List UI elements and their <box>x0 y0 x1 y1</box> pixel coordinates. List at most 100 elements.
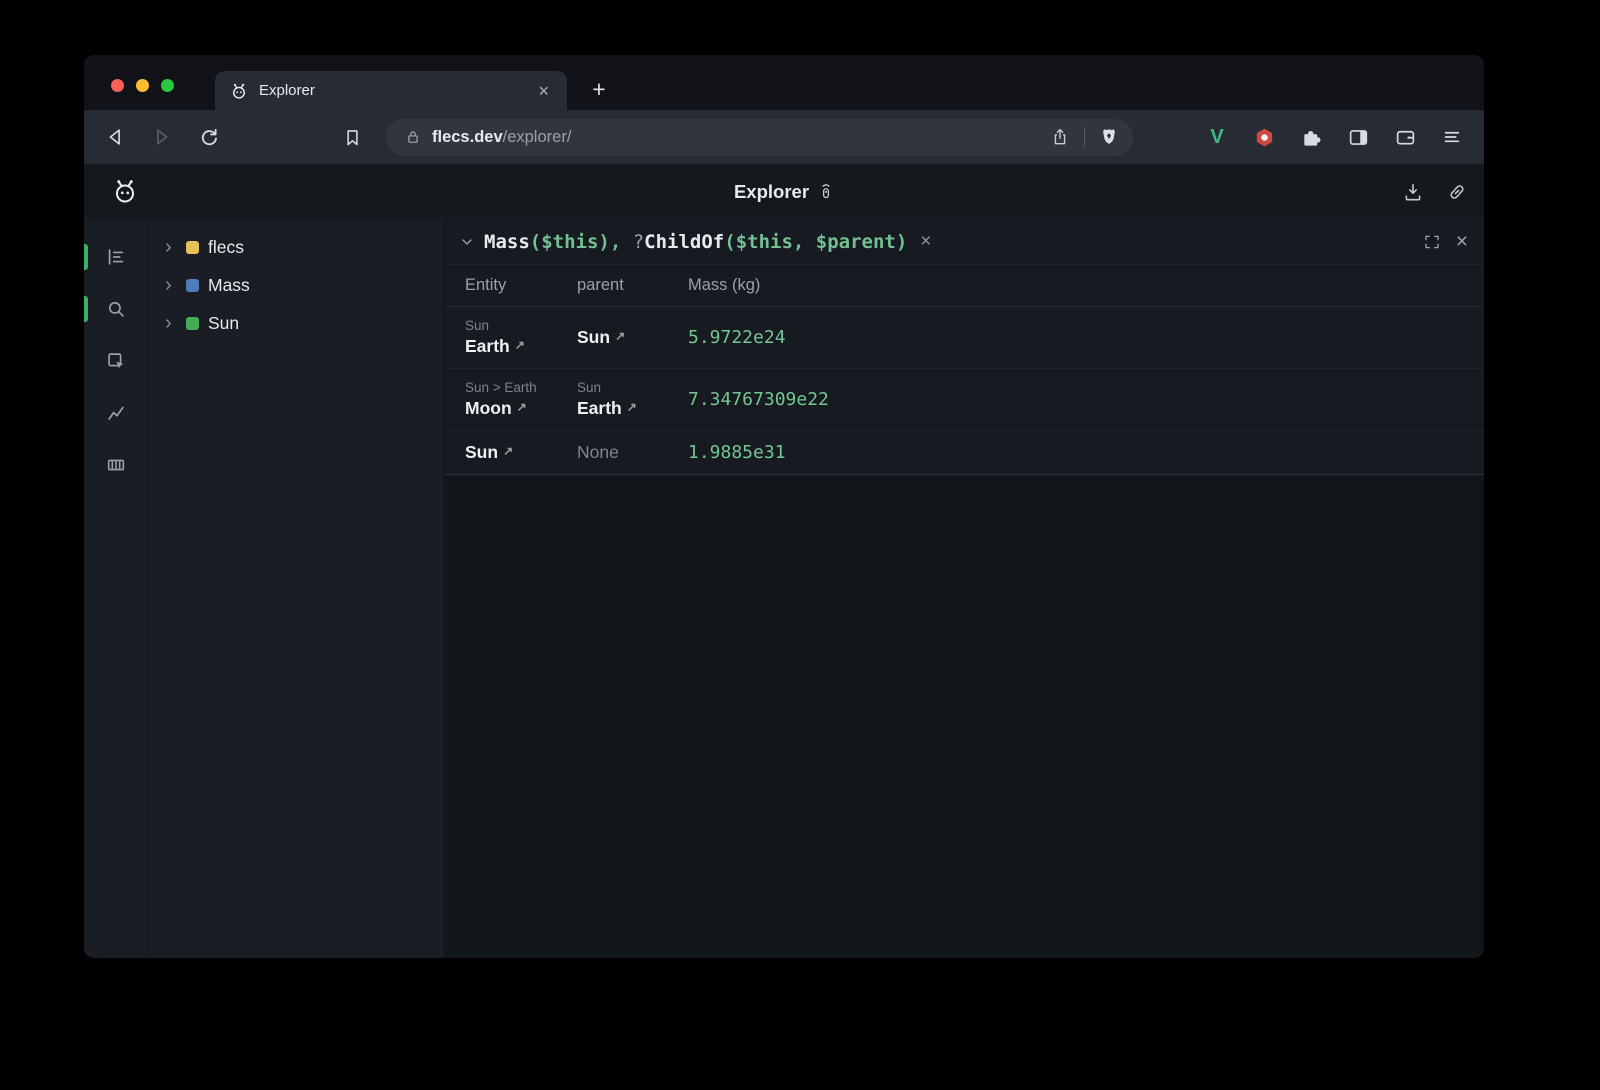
lock-icon <box>404 128 422 146</box>
query-clear-button[interactable]: × <box>920 231 931 253</box>
back-button[interactable] <box>98 120 132 154</box>
app-body: › flecs › Mass › Sun Mass($this) <box>84 219 1484 958</box>
window-minimize-button[interactable] <box>136 79 149 92</box>
column-mass: Mass (kg) <box>688 276 1484 295</box>
panel-rail <box>84 219 148 958</box>
desktop-background: Explorer × + <box>0 0 1600 1090</box>
flecs-explorer-app: Explorer <box>84 164 1484 958</box>
query-results: Sun Earth↗ Sun↗ 5.9722e24 Sun > Earth Mo… <box>445 307 1484 475</box>
entity-name: Earth <box>465 336 510 356</box>
column-entity: Entity <box>445 276 577 295</box>
tree-item[interactable]: › flecs <box>148 228 444 266</box>
query-segment: ? <box>633 231 644 253</box>
entity-path: Sun <box>577 380 688 395</box>
link-arrow-icon: ↗ <box>515 338 525 352</box>
app-title-text: Explorer <box>734 181 809 203</box>
memory-panel-button[interactable] <box>94 443 138 487</box>
inspector-panel-button[interactable] <box>94 339 138 383</box>
chevron-down-icon[interactable] <box>459 234 475 250</box>
vue-v-glyph: V <box>1210 127 1223 147</box>
toolbar-divider <box>1084 127 1085 147</box>
result-row: Sun > Earth Moon↗ Sun Earth↗ 7.34767309e… <box>445 369 1484 431</box>
parent-cell: Sun Earth↗ <box>577 380 688 419</box>
download-icon[interactable] <box>1402 181 1424 203</box>
window-close-button[interactable] <box>111 79 124 92</box>
url-text[interactable]: flecs.dev/explorer/ <box>432 128 1040 147</box>
entity-cell: Sun ↗ <box>445 442 577 463</box>
menu-icon[interactable] <box>1440 125 1464 149</box>
flecs-logo-icon <box>110 176 140 206</box>
app-header: Explorer <box>84 164 1484 219</box>
browser-window: Explorer × + <box>84 55 1484 958</box>
entity-color-chip <box>186 241 199 254</box>
mass-value: 5.9722e24 <box>688 327 1484 348</box>
extension-area: V <box>1205 125 1464 149</box>
address-bar[interactable]: flecs.dev/explorer/ <box>386 119 1133 156</box>
entity-path: Sun > Earth <box>465 380 577 395</box>
reload-button[interactable] <box>192 120 226 154</box>
query-segment: ($this), <box>530 231 633 253</box>
entity-link: None <box>577 442 688 463</box>
chevron-right-icon[interactable]: › <box>165 237 177 257</box>
table-header: Entity parent Mass (kg) <box>445 265 1484 307</box>
window-zoom-button[interactable] <box>161 79 174 92</box>
query-active-indicator <box>84 296 88 322</box>
tree-item-label: Sun <box>208 313 239 334</box>
share-icon[interactable] <box>1050 127 1070 147</box>
sidebar-toggle-icon[interactable] <box>1346 125 1370 149</box>
brave-shield-icon[interactable] <box>1099 127 1119 147</box>
remote-connection-icon[interactable] <box>818 182 834 201</box>
extensions-puzzle-icon[interactable] <box>1299 125 1323 149</box>
content-area <box>445 475 1484 958</box>
window-controls <box>111 79 174 92</box>
vue-devtools-icon[interactable]: V <box>1205 125 1229 149</box>
tree-item[interactable]: › Mass <box>148 266 444 304</box>
wallet-icon[interactable] <box>1393 125 1417 149</box>
tree-item[interactable]: › Sun <box>148 304 444 342</box>
entity-link[interactable]: Sun ↗ <box>577 327 688 348</box>
entity-color-chip <box>186 317 199 330</box>
query-segment: Mass <box>484 231 530 253</box>
entity-name: None <box>577 442 619 462</box>
query-segment: ($this, $parent) <box>724 231 907 253</box>
query-close-button[interactable]: × <box>1456 231 1468 252</box>
entity-cell: Sun Earth↗ <box>445 318 577 357</box>
tree-panel-button[interactable] <box>94 235 138 279</box>
stats-panel-button[interactable] <box>94 391 138 435</box>
query-text[interactable]: Mass($this), ?ChildOf($this, $parent) <box>484 231 907 253</box>
tree-active-indicator <box>84 244 88 270</box>
entity-name: Moon <box>465 398 512 418</box>
chevron-right-icon[interactable]: › <box>165 275 177 295</box>
tab-close-button[interactable]: × <box>532 80 555 102</box>
entity-link[interactable]: Sun ↗ <box>465 442 577 463</box>
new-tab-button[interactable]: + <box>582 72 616 106</box>
query-panel-button[interactable] <box>94 287 138 331</box>
hexagon-extension-icon[interactable] <box>1252 125 1276 149</box>
result-row: Sun Earth ↗ Sun ↗ 5.9722e24 <box>445 307 1484 369</box>
entity-tree: › flecs › Mass › Sun <box>148 219 445 958</box>
entity-link[interactable]: Earth ↗ <box>465 336 577 357</box>
browser-tab-explorer[interactable]: Explorer × <box>215 71 567 110</box>
entity-link[interactable]: Moon↗ <box>465 398 577 419</box>
entity-cell: Sun > Earth Moon↗ <box>445 380 577 419</box>
app-header-actions <box>1402 164 1468 219</box>
query-panel: Mass($this), ?ChildOf($this, $parent) × … <box>445 219 1484 958</box>
result-row: Sun↗ None 1.9885e31 <box>445 431 1484 475</box>
chevron-right-icon[interactable]: › <box>165 313 177 333</box>
tree-item-label: flecs <box>208 237 244 258</box>
link-arrow-icon: ↗ <box>615 329 625 343</box>
expand-icon[interactable] <box>1423 233 1441 251</box>
parent-cell: Sun ↗ <box>577 327 688 348</box>
entity-name: Sun <box>465 442 498 462</box>
column-parent: parent <box>577 276 688 295</box>
entity-link[interactable]: Earth↗ <box>577 398 688 419</box>
entity-name: Sun <box>577 327 610 347</box>
app-title: Explorer <box>734 181 834 203</box>
url-domain: flecs.dev <box>432 128 503 146</box>
link-arrow-icon: ↗ <box>503 444 513 458</box>
mass-value: 7.34767309e22 <box>688 389 1484 410</box>
forward-button[interactable] <box>145 120 179 154</box>
link-icon[interactable] <box>1446 181 1468 203</box>
entity-name: Earth <box>577 398 622 418</box>
bookmark-button[interactable] <box>335 120 369 154</box>
